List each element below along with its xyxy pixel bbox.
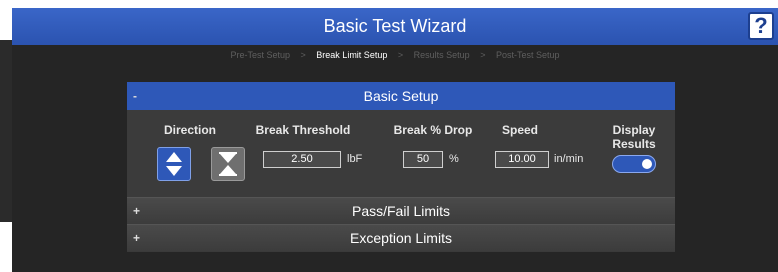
display-results-label-line1: Display <box>612 123 656 137</box>
collapse-icon: - <box>133 89 137 103</box>
exception-limits-header[interactable]: + Exception Limits <box>127 224 675 251</box>
wizard-window: Basic Test Wizard ? Pre-Test Setup > Bre… <box>12 8 778 272</box>
break-drop-input[interactable]: 50 <box>403 151 443 168</box>
breadcrumb-separator: > <box>300 50 306 60</box>
speed-input[interactable]: 10.00 <box>495 151 549 168</box>
breadcrumb-step-pre-test[interactable]: Pre-Test Setup <box>230 50 290 60</box>
window-title: Basic Test Wizard <box>323 16 467 36</box>
expand-icon: + <box>133 204 141 218</box>
breadcrumb-step-results[interactable]: Results Setup <box>414 50 470 60</box>
pass-fail-title: Pass/Fail Limits <box>351 203 451 219</box>
speed-label: Speed <box>501 123 538 137</box>
speed-unit: in/min <box>554 153 584 165</box>
setup-panel: - Basic Setup Direction Break Threshold <box>127 82 675 252</box>
help-button[interactable]: ? <box>748 12 774 40</box>
breadcrumb-separator: > <box>480 50 486 60</box>
toggle-knob <box>642 159 652 169</box>
direction-down-button[interactable] <box>211 147 245 181</box>
break-threshold-input[interactable]: 2.50 <box>263 151 341 168</box>
display-results-label: Display Results <box>601 123 667 151</box>
display-results-toggle[interactable] <box>612 155 656 173</box>
display-results-label-line2: Results <box>612 137 656 151</box>
break-threshold-unit: lbF <box>347 153 363 165</box>
down-arrows-icon <box>219 152 237 176</box>
basic-setup-header[interactable]: - Basic Setup <box>127 82 675 110</box>
expand-icon: + <box>133 231 141 245</box>
basic-setup-body: Direction Break Threshold 2.50 lbF Break… <box>127 110 675 197</box>
background-strip <box>0 40 12 222</box>
direction-label: Direction <box>163 123 216 137</box>
breadcrumb-step-post-test[interactable]: Post-Test Setup <box>496 50 560 60</box>
basic-setup-title: Basic Setup <box>363 88 439 104</box>
pass-fail-header[interactable]: + Pass/Fail Limits <box>127 197 675 224</box>
breadcrumb-separator: > <box>397 50 404 60</box>
title-bar: Basic Test Wizard ? <box>12 8 778 45</box>
break-threshold-label: Break Threshold <box>255 123 351 137</box>
up-arrows-icon <box>166 152 182 176</box>
break-drop-label: Break % Drop <box>393 123 473 137</box>
break-drop-unit: % <box>449 153 459 165</box>
breadcrumb: Pre-Test Setup > Break Limit Setup > Res… <box>12 47 778 63</box>
exception-limits-title: Exception Limits <box>350 230 452 246</box>
direction-up-button[interactable] <box>157 147 191 181</box>
breadcrumb-step-break-limit[interactable]: Break Limit Setup <box>316 50 387 60</box>
